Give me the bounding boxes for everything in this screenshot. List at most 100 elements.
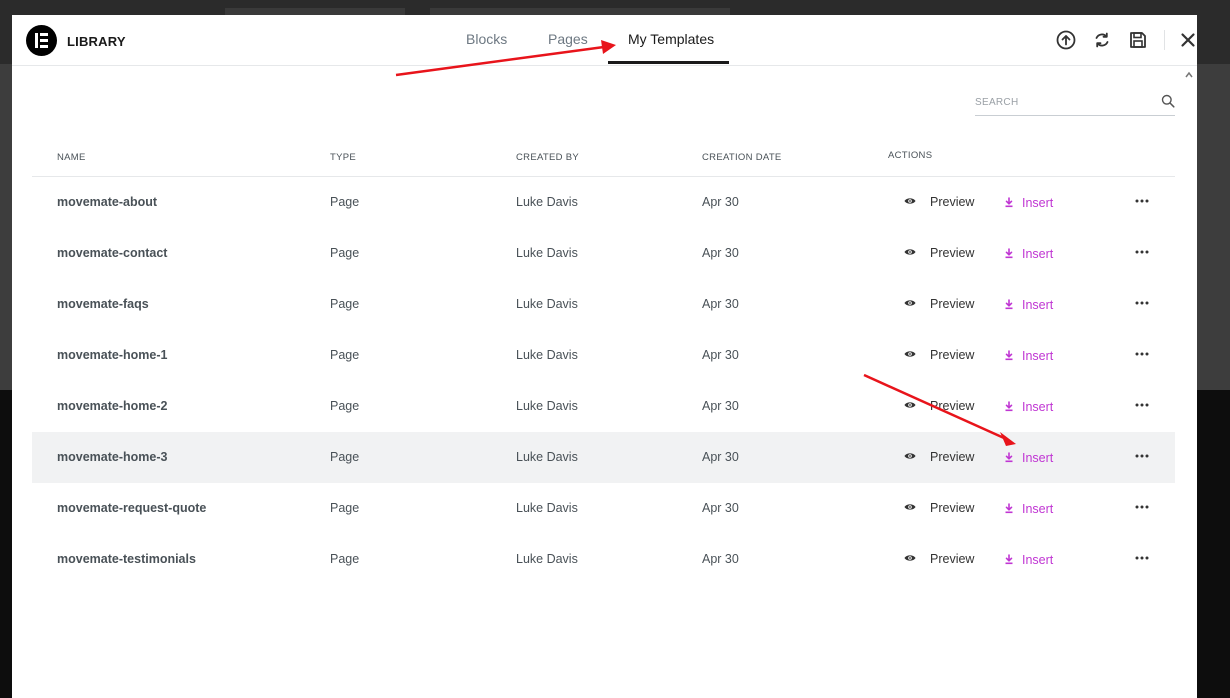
insert-label: Insert bbox=[1022, 247, 1054, 261]
preview-label: Preview bbox=[930, 195, 975, 209]
template-type: Page bbox=[330, 195, 360, 209]
search-input[interactable] bbox=[975, 94, 1151, 110]
table-row: movemate-faqs Page Luke Davis Apr 30 Preview… bbox=[32, 279, 1175, 330]
eye-icon bbox=[904, 249, 916, 255]
eye-icon bbox=[904, 300, 916, 306]
download-icon bbox=[1005, 554, 1013, 565]
scroll-up-arrow-icon[interactable] bbox=[1184, 70, 1194, 80]
table-row: movemate-testimonials Page Luke Davis Apr 3… bbox=[32, 534, 1175, 585]
template-date: Apr 30 bbox=[702, 450, 739, 464]
insert-label: Insert bbox=[1022, 502, 1054, 516]
template-type: Page bbox=[330, 552, 360, 566]
template-author: Luke Davis bbox=[516, 297, 578, 311]
active-tab-indicator bbox=[608, 61, 729, 64]
template-name: movemate-contact bbox=[57, 246, 168, 260]
template-date: Apr 30 bbox=[702, 195, 739, 209]
template-name: movemate-about bbox=[57, 195, 158, 209]
download-icon bbox=[1005, 299, 1013, 310]
preview-label: Preview bbox=[930, 450, 975, 464]
library-title: LIBRARY bbox=[67, 34, 126, 49]
template-type: Page bbox=[330, 297, 360, 311]
insert-label: Insert bbox=[1022, 400, 1054, 414]
more-options-icon[interactable] bbox=[1132, 548, 1152, 568]
template-date: Apr 30 bbox=[702, 399, 739, 413]
template-name: movemate-request-quote bbox=[57, 501, 207, 515]
column-header-type: TYPE bbox=[330, 152, 357, 163]
template-author: Luke Davis bbox=[516, 246, 578, 260]
template-name: movemate-testimonials bbox=[57, 552, 196, 566]
more-options-icon[interactable] bbox=[1132, 395, 1152, 415]
modal-header: LIBRARY Blocks Pages My Templates bbox=[12, 15, 1197, 66]
template-author: Luke Davis bbox=[516, 399, 578, 413]
column-header-creation-date: CREATION DATE bbox=[702, 152, 782, 163]
template-name: movemate-home-2 bbox=[57, 399, 168, 413]
download-icon bbox=[1005, 197, 1013, 208]
download-icon bbox=[1005, 452, 1013, 463]
more-options-icon[interactable] bbox=[1132, 293, 1152, 313]
download-icon bbox=[1005, 248, 1013, 259]
table-row: movemate-home-3 Page Luke Davis Apr 30 Previ… bbox=[32, 432, 1175, 483]
table-row: movemate-contact Page Luke Davis Apr 30 Prev… bbox=[32, 228, 1175, 279]
sync-icon[interactable] bbox=[1091, 29, 1113, 51]
template-author: Luke Davis bbox=[516, 195, 578, 209]
template-author: Luke Davis bbox=[516, 552, 578, 566]
more-options-icon[interactable] bbox=[1132, 446, 1152, 466]
insert-label: Insert bbox=[1022, 553, 1054, 567]
tab-my-templates[interactable]: My Templates bbox=[628, 31, 714, 47]
template-type: Page bbox=[330, 399, 360, 413]
preview-label: Preview bbox=[930, 552, 975, 566]
template-date: Apr 30 bbox=[702, 348, 739, 362]
search-field bbox=[975, 91, 1175, 116]
insert-label: Insert bbox=[1022, 196, 1054, 210]
template-library-modal: LIBRARY Blocks Pages My Templates SEARCH… bbox=[12, 15, 1197, 698]
header-divider bbox=[1164, 30, 1165, 50]
template-author: Luke Davis bbox=[516, 501, 578, 515]
more-options-icon[interactable] bbox=[1132, 242, 1152, 262]
elementor-logo-icon bbox=[26, 25, 57, 56]
template-type: Page bbox=[330, 348, 360, 362]
preview-label: Preview bbox=[930, 297, 975, 311]
preview-label: Preview bbox=[930, 501, 975, 515]
template-author: Luke Davis bbox=[516, 348, 578, 362]
insert-label: Insert bbox=[1022, 349, 1054, 363]
more-options-icon[interactable] bbox=[1132, 497, 1152, 517]
search-icon[interactable] bbox=[1161, 94, 1175, 108]
eye-icon bbox=[904, 402, 916, 408]
table-row: movemate-home-1 Page Luke Davis Apr 30 Previ… bbox=[32, 330, 1175, 381]
eye-icon bbox=[904, 504, 916, 510]
column-header-actions: ACTIONS bbox=[888, 150, 933, 161]
column-header-created-by: CREATED BY bbox=[516, 152, 580, 163]
download-icon bbox=[1005, 350, 1013, 361]
template-type: Page bbox=[330, 246, 360, 260]
template-type: Page bbox=[330, 450, 360, 464]
save-icon[interactable] bbox=[1127, 29, 1149, 51]
table-row: movemate-home-2 Page Luke Davis Apr 30 Previ… bbox=[32, 381, 1175, 432]
preview-label: Preview bbox=[930, 399, 975, 413]
tab-pages[interactable]: Pages bbox=[548, 31, 588, 47]
insert-label: Insert bbox=[1022, 451, 1054, 465]
close-icon[interactable] bbox=[1177, 29, 1197, 51]
preview-label: Preview bbox=[930, 246, 975, 260]
template-name: movemate-home-1 bbox=[57, 348, 168, 362]
more-options-icon[interactable] bbox=[1132, 191, 1152, 211]
table-row: movemate-about Page Luke Davis Apr 30 Previe… bbox=[32, 177, 1175, 228]
preview-label: Preview bbox=[930, 348, 975, 362]
eye-icon bbox=[904, 555, 916, 561]
template-type: Page bbox=[330, 501, 360, 515]
download-icon bbox=[1005, 503, 1013, 514]
template-author: Luke Davis bbox=[516, 450, 578, 464]
template-date: Apr 30 bbox=[702, 501, 739, 515]
column-header-name: NAME bbox=[57, 152, 86, 163]
eye-icon bbox=[904, 351, 916, 357]
template-date: Apr 30 bbox=[702, 246, 739, 260]
table-row: movemate-request-quote Page Luke Davis Apr … bbox=[32, 483, 1175, 534]
upload-icon[interactable] bbox=[1055, 29, 1077, 51]
eye-icon bbox=[904, 198, 916, 204]
template-name: movemate-home-3 bbox=[57, 450, 168, 464]
download-icon bbox=[1005, 401, 1013, 412]
tab-blocks[interactable]: Blocks bbox=[466, 31, 507, 47]
eye-icon bbox=[904, 453, 916, 459]
more-options-icon[interactable] bbox=[1132, 344, 1152, 364]
insert-label: Insert bbox=[1022, 298, 1054, 312]
template-name: movemate-faqs bbox=[57, 297, 149, 311]
